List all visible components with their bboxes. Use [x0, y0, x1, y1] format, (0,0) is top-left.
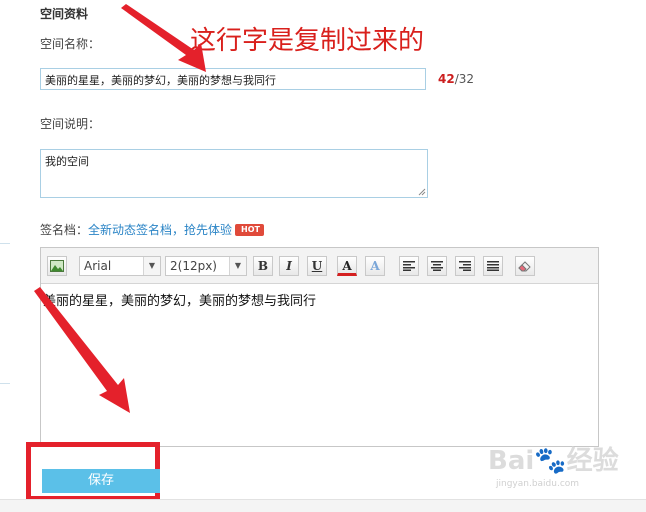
watermark-logo: Bai🐾经验 [488, 446, 619, 476]
status-bar [0, 499, 646, 512]
annotation-arrow-top [34, 4, 206, 413]
watermark-url: jingyan.baidu.com [496, 479, 580, 489]
